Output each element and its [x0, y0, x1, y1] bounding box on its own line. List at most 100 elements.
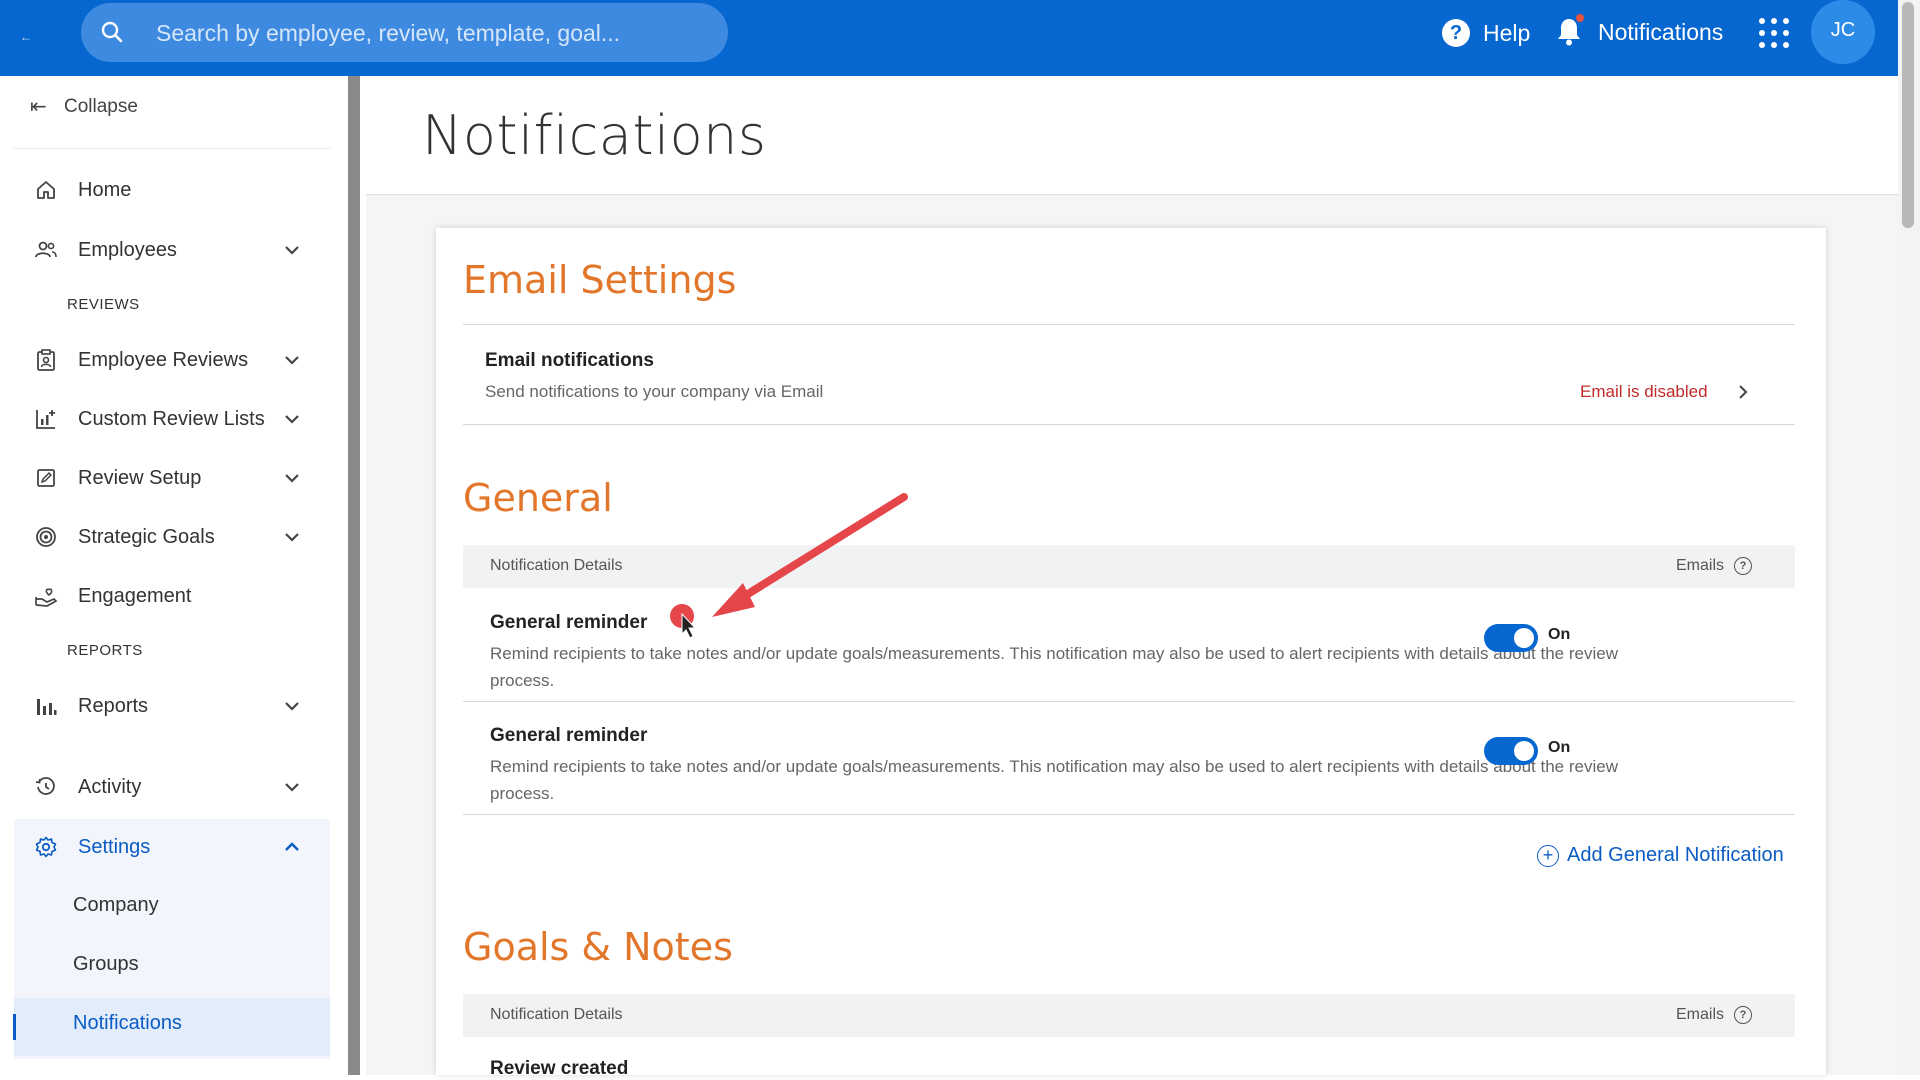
sidebar-item-settings[interactable]: Settings	[14, 819, 330, 875]
sidebar-subitem-company[interactable]: Company	[73, 894, 159, 917]
help-circle-icon[interactable]: ?	[1734, 1006, 1753, 1024]
help-label: Help	[1483, 19, 1531, 46]
collapse-label: Collapse	[64, 95, 138, 117]
section-title-general: General	[463, 476, 613, 520]
search-input[interactable]	[154, 11, 708, 55]
add-general-notification-button[interactable]: + Add General Notification	[1537, 844, 1784, 867]
chevron-down-icon[interactable]	[282, 240, 302, 260]
sidebar-scrollbar[interactable]	[348, 76, 360, 1075]
column-header-emails: Emails ?	[1676, 1006, 1753, 1024]
email-status: Email is disabled	[1580, 382, 1708, 401]
sidebar-item-custom-review-lists[interactable]: Custom Review Lists	[14, 391, 330, 447]
collapse-button[interactable]: ⇤ Collapse	[30, 94, 138, 119]
row-description: Remind recipients to take notes and/or u…	[490, 644, 1618, 690]
sidebar-item-label: Employee Reviews	[78, 348, 249, 371]
collapse-arrow-icon: ⇤	[30, 96, 47, 118]
gear-icon	[34, 835, 58, 859]
sidebar-item-employees[interactable]: Employees	[14, 222, 330, 278]
sidebar-subitem-groups[interactable]: Groups	[73, 953, 139, 976]
sidebar-item-label: Reports	[78, 694, 149, 717]
sidebar-subitem-notifications[interactable]: Notifications	[73, 1012, 182, 1035]
sidebar-item-label: Review Setup	[78, 466, 202, 489]
history-icon	[34, 775, 58, 799]
avatar[interactable]: JC	[1811, 0, 1875, 64]
sidebar-item-strategic-goals[interactable]: Strategic Goals	[14, 509, 330, 565]
divider	[12, 148, 332, 149]
sidebar-item-home[interactable]: Home	[14, 162, 330, 218]
email-toggle[interactable]	[1484, 737, 1538, 765]
add-general-notification-label: Add General Notification	[1567, 844, 1784, 866]
sidebar-item-label: Engagement	[78, 584, 192, 607]
sidebar-item-label: Strategic Goals	[78, 525, 215, 548]
home-icon	[34, 178, 58, 202]
notifications-label: Notifications	[1598, 18, 1724, 45]
top-bar: ← ? Help Notifications JC	[0, 0, 1900, 76]
toggle-label: On	[1548, 626, 1571, 643]
bar-chart-icon	[34, 694, 58, 718]
row-description: Send notifications to your company via E…	[485, 382, 824, 401]
row-title: General reminder	[490, 612, 648, 633]
table-header: Notification Details Emails ?	[463, 545, 1795, 588]
chevron-down-icon[interactable]	[282, 696, 302, 716]
row-title[interactable]: Review created	[490, 1058, 628, 1080]
settings-card: Email Settings Email notifications Send …	[436, 228, 1826, 1079]
main-content: Notifications Email Settings Email notif…	[366, 76, 1898, 1079]
sidebar-item-label: Home	[78, 178, 132, 201]
sidebar-item-reports[interactable]: Reports	[14, 678, 330, 734]
column-header-emails-label: Emails	[1676, 1006, 1725, 1023]
unread-dot	[1576, 14, 1584, 22]
help-circle-icon[interactable]: ?	[1734, 557, 1753, 575]
hand-heart-icon	[34, 584, 58, 608]
sidebar-item-engagement[interactable]: Engagement	[14, 568, 330, 624]
toggle-label: On	[1548, 739, 1571, 756]
sidebar-item-review-setup[interactable]: Review Setup	[14, 450, 330, 506]
chevron-up-icon[interactable]	[282, 837, 302, 857]
divider	[463, 701, 1795, 702]
column-header-emails: Emails ?	[1676, 557, 1753, 575]
notifications-button[interactable]: Notifications	[1556, 14, 1723, 50]
chevron-down-icon[interactable]	[282, 468, 302, 488]
table-header: Notification Details Emails ?	[463, 994, 1795, 1037]
sidebar-item-employee-reviews[interactable]: Employee Reviews	[14, 332, 330, 388]
sidebar-item-label: Employees	[78, 238, 177, 261]
section-title-email-settings: Email Settings	[463, 258, 737, 302]
section-label-reviews: REVIEWS	[67, 296, 140, 313]
sidebar-item-label: Settings	[78, 835, 151, 858]
divider	[463, 814, 1795, 815]
apps-grid-icon[interactable]	[1759, 18, 1789, 48]
bell-icon	[1556, 14, 1584, 47]
divider	[463, 424, 1795, 425]
sidebar-item-label: Custom Review Lists	[78, 407, 265, 430]
target-icon	[34, 525, 58, 549]
search-bar[interactable]	[81, 3, 728, 62]
chart-add-icon	[34, 407, 58, 431]
row-title: General reminder	[490, 725, 648, 746]
column-header-details: Notification Details	[490, 557, 623, 574]
section-title-goals-notes: Goals & Notes	[463, 925, 733, 969]
plus-circle-icon: +	[1537, 844, 1559, 867]
edit-square-icon	[34, 466, 58, 490]
chevron-down-icon[interactable]	[282, 409, 302, 429]
section-label-reports: REPORTS	[67, 642, 143, 659]
chevron-down-icon[interactable]	[282, 350, 302, 370]
column-header-emails-label: Emails	[1676, 557, 1725, 574]
column-header-details: Notification Details	[490, 1006, 623, 1023]
help-icon: ?	[1442, 19, 1470, 47]
help-button[interactable]: ? Help	[1442, 17, 1530, 49]
chevron-right-icon[interactable]	[1736, 383, 1750, 401]
sidebar: ⇤ Collapse Home Employees REVIEWS Employ…	[0, 76, 348, 1075]
email-toggle[interactable]	[1484, 624, 1538, 652]
sidebar-item-activity[interactable]: Activity	[14, 759, 330, 815]
chevron-down-icon[interactable]	[282, 777, 302, 797]
row-description: Remind recipients to take notes and/or u…	[490, 757, 1618, 803]
row-title: Email notifications	[485, 350, 654, 371]
chevron-down-icon[interactable]	[282, 527, 302, 547]
page-title: Notifications	[422, 104, 767, 167]
clipboard-person-icon	[34, 348, 58, 372]
divider	[463, 324, 1795, 325]
back-icon[interactable]: ←	[20, 30, 34, 44]
sidebar-item-label: Activity	[78, 775, 142, 798]
search-icon	[101, 21, 123, 43]
people-icon	[34, 238, 58, 262]
scrollbar-thumb[interactable]	[1902, 2, 1914, 228]
